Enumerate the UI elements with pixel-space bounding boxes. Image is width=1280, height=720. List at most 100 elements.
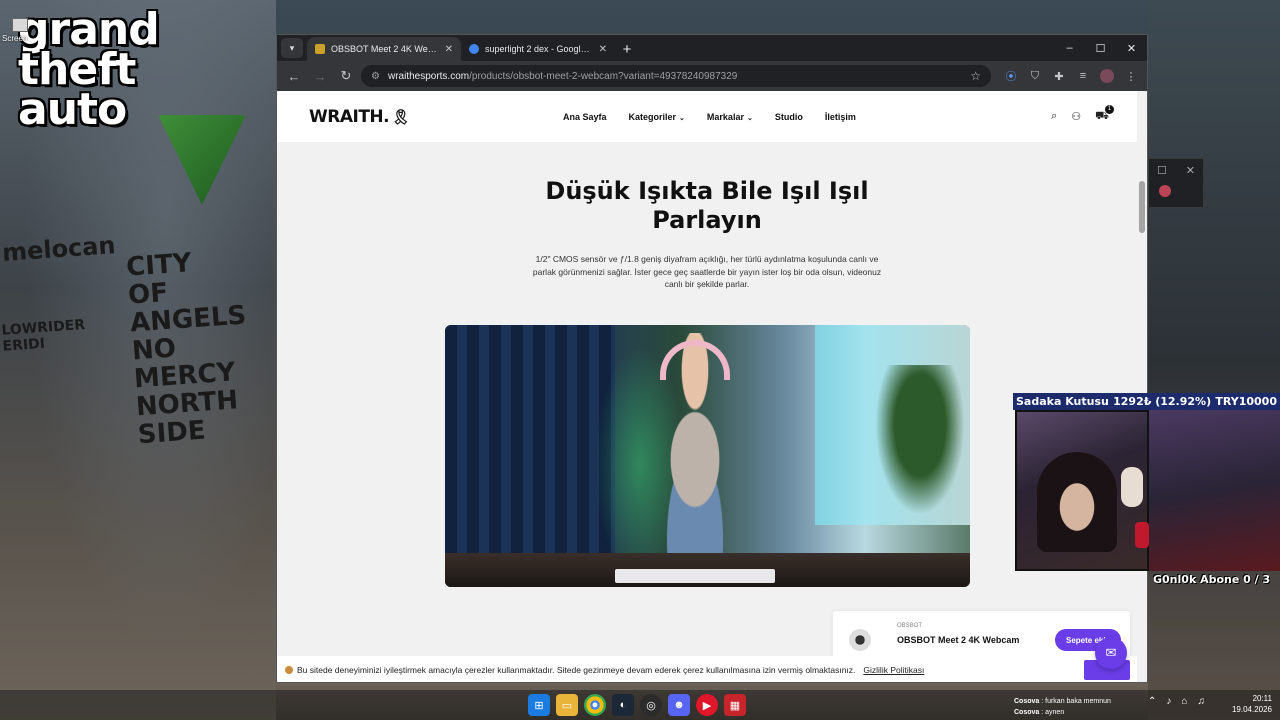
bookmark-star-icon[interactable]: ☆ xyxy=(970,69,981,83)
cookie-icon xyxy=(285,666,293,674)
reload-icon: ↻ xyxy=(340,68,352,83)
donation-goal-bar: Sadaka Kutusu 1292₺ (12.92%) TRY10000 xyxy=(1013,393,1280,410)
plus-icon: + xyxy=(622,40,632,58)
site-logo[interactable]: WRAITH. 🎗 xyxy=(309,107,410,127)
steam-icon[interactable]: ◐ xyxy=(612,694,634,716)
kebab-menu-icon[interactable]: ⋮ xyxy=(1121,66,1141,86)
back-button[interactable]: ← xyxy=(283,65,305,87)
chevron-down-icon: ▾ xyxy=(289,42,295,53)
nav-item-kategoriler[interactable]: Kategoriler ⌄ xyxy=(629,112,685,122)
chevron-down-icon: ⌄ xyxy=(746,114,753,122)
media-control-icon[interactable]: ≡ xyxy=(1073,66,1093,86)
extensions-puzzle-icon[interactable]: ✚ xyxy=(1049,66,1069,86)
nav-item-ana-sayfa[interactable]: Ana Sayfa xyxy=(563,112,607,122)
secondary-window[interactable]: ☐ ✕ xyxy=(1148,158,1204,208)
chrome-icon[interactable]: ● xyxy=(584,694,606,716)
site-info-icon[interactable]: ⚙ xyxy=(371,71,380,82)
microphone-icon[interactable]: ♪ xyxy=(1166,696,1171,707)
windows-start-icon[interactable]: ⊞ xyxy=(528,694,550,716)
chat-message: furkan baka memnun xyxy=(1045,698,1111,705)
tab-title: superlight 2 dex - Google'da Ar xyxy=(485,44,593,54)
forward-button[interactable]: → xyxy=(309,65,331,87)
cookie-text: Bu sitede deneyiminizi iyileştirmek amac… xyxy=(297,665,856,675)
privacy-policy-link[interactable]: Gizlilik Politikası xyxy=(863,665,924,675)
tray-expand-icon[interactable]: ⌃ xyxy=(1148,696,1156,707)
product-thumbnail xyxy=(849,629,871,651)
hero-description: 1/2" CMOS sensör ve ƒ/1.8 geniş diyafram… xyxy=(532,254,882,289)
maximize-icon[interactable]: ☐ xyxy=(1157,164,1167,177)
new-tab-button[interactable]: + xyxy=(615,37,639,61)
clock-date: 19.04.2026 xyxy=(1231,705,1272,714)
image-keyboard xyxy=(615,569,775,583)
discord-icon[interactable]: ☻ xyxy=(668,694,690,716)
profile-button[interactable] xyxy=(1097,66,1117,86)
maximize-button[interactable]: ☐ xyxy=(1085,35,1116,61)
nav-item-markalar[interactable]: Markalar ⌄ xyxy=(707,112,753,122)
image-plant xyxy=(875,365,965,515)
search-icon[interactable]: ⌕ xyxy=(1051,110,1057,124)
header-actions: ⌕ ⚇ ⛟ 1 xyxy=(1051,104,1114,124)
close-window-button[interactable]: ✕ xyxy=(1116,35,1147,61)
nav-item-studio[interactable]: Studio xyxy=(775,112,803,122)
secondary-window-titlebar: ☐ ✕ xyxy=(1149,159,1203,181)
chat-user: Cosova xyxy=(1014,698,1040,705)
browser-toolbar: ← → ↻ ⚙ wraithesports.com/products/obsbo… xyxy=(277,61,1147,91)
extension-bluetooth-icon[interactable]: ⦿ xyxy=(1001,66,1021,86)
obs-icon[interactable]: ◎ xyxy=(640,694,662,716)
app-icon[interactable]: ▦ xyxy=(724,694,746,716)
wallpaper-right xyxy=(1148,0,1280,720)
donation-label: Sadaka Kutusu xyxy=(1016,395,1109,408)
clock-time: 20:11 xyxy=(1252,694,1272,703)
address-bar[interactable]: ⚙ wraithesports.com/products/obsbot-meet… xyxy=(361,65,991,87)
scrollbar-thumb[interactable] xyxy=(1139,181,1145,233)
hero-image xyxy=(445,325,970,587)
page-scrollbar[interactable] xyxy=(1137,91,1147,682)
image-curtain xyxy=(445,325,615,587)
nav-item-label: Kategoriler xyxy=(628,111,677,122)
cookie-banner: Bu sitede deneyiminizi iyileştirmek amac… xyxy=(277,656,1139,682)
extension-shield-icon[interactable]: ⛉ xyxy=(1025,66,1045,86)
webcam-background xyxy=(1149,410,1280,571)
nav-item-iletisim[interactable]: İletişim xyxy=(825,112,856,122)
volume-icon[interactable]: ♫ xyxy=(1197,696,1205,707)
arrow-right-icon: → xyxy=(313,68,327,84)
hero-title: Düşük Işıkta Bile Işıl Işıl Parlayın xyxy=(545,177,869,234)
cart-count-badge: 1 xyxy=(1105,104,1114,114)
nav-item-label: İletişim xyxy=(824,111,856,122)
site-header: WRAITH. 🎗 Ana Sayfa Kategoriler ⌄ Markala… xyxy=(277,91,1139,142)
avatar xyxy=(1100,69,1114,83)
wraith-favicon-icon xyxy=(315,44,325,54)
product-brand: OBSBOT xyxy=(897,623,923,629)
url-host: wraithesports.com xyxy=(387,70,470,82)
reload-button[interactable]: ↻ xyxy=(335,65,357,87)
youtube-music-icon[interactable]: ▶ xyxy=(696,694,718,716)
streamer xyxy=(1037,452,1117,552)
web-page: WRAITH. 🎗 Ana Sayfa Kategoriler ⌄ Markala… xyxy=(277,91,1139,682)
close-tab-icon[interactable]: ✕ xyxy=(599,44,607,55)
taskbar: ⊞ ▭ ● ◐ ◎ ☻ ▶ ▦ Cosova : furkan baka mem… xyxy=(0,690,1280,720)
headset xyxy=(1121,467,1143,507)
tab-search-button[interactable]: ▾ xyxy=(281,38,303,58)
file-explorer-icon[interactable]: ▭ xyxy=(556,694,578,716)
account-icon[interactable]: ⚇ xyxy=(1071,110,1081,124)
subscriber-goal: G0nl0k Abone 0 / 3 xyxy=(1153,573,1271,586)
tab-strip: ▾ OBSBOT Meet 2 4K Webcam ✕ superlight 2… xyxy=(277,35,1147,61)
donation-goal: TRY10000 xyxy=(1215,395,1277,408)
tab-google[interactable]: superlight 2 dex - Google'da Ar ✕ xyxy=(461,37,615,61)
desktop-shortcut[interactable]: Screen xyxy=(2,18,38,48)
cart-icon[interactable]: ⛟ 1 xyxy=(1095,104,1114,124)
minimize-button[interactable]: – xyxy=(1054,35,1085,61)
screenshot-icon xyxy=(12,18,28,32)
close-tab-icon[interactable]: ✕ xyxy=(445,44,453,55)
chat-message: aynen xyxy=(1045,709,1065,716)
chat-icon: ✉ xyxy=(1105,645,1117,660)
system-tray: ⌃ ♪ ⌂ ♫ xyxy=(1148,696,1205,707)
tab-obsbot[interactable]: OBSBOT Meet 2 4K Webcam ✕ xyxy=(307,37,461,61)
chat-widget-button[interactable]: ✉ xyxy=(1095,637,1127,669)
network-icon[interactable]: ⌂ xyxy=(1181,696,1187,707)
gta-logo: grand theft auto xyxy=(18,8,246,205)
stream-overlay: Sadaka Kutusu 1292₺ (12.92%) TRY10000 G0… xyxy=(1013,393,1280,593)
url-path: /products/obsbot-meet-2-webcam?variant=4… xyxy=(469,70,738,82)
close-icon[interactable]: ✕ xyxy=(1186,164,1195,177)
clock[interactable]: 20:11 19.04.2026 xyxy=(1226,693,1272,715)
